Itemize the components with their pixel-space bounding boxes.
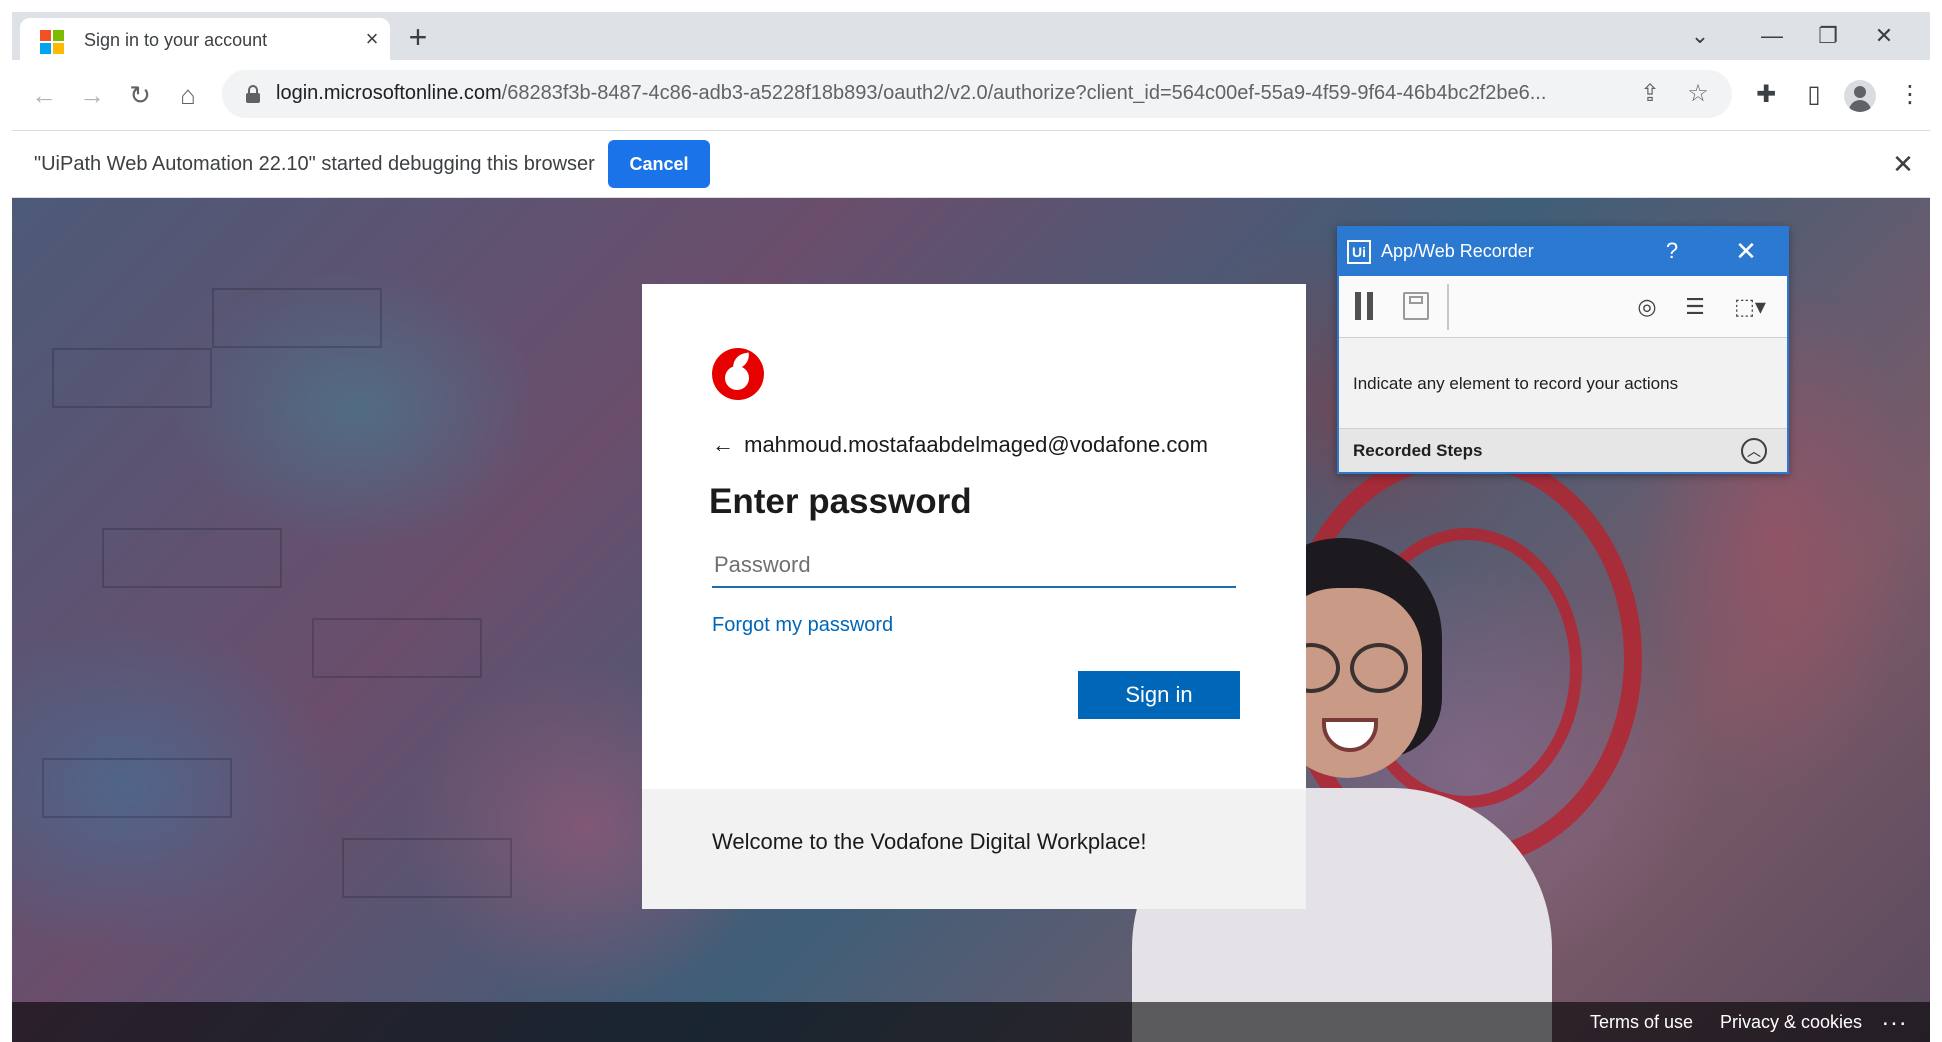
url-host: login.microsoftonline.com [276, 82, 502, 104]
recorded-steps-label: Recorded Steps [1353, 441, 1483, 460]
recorder-title: App/Web Recorder [1381, 241, 1534, 261]
restore-button[interactable]: ❐ [1808, 20, 1848, 52]
uipath-logo-icon: Ui [1347, 240, 1371, 264]
forgot-password-link[interactable]: Forgot my password [712, 614, 893, 637]
profile-avatar-icon[interactable] [1844, 80, 1876, 112]
recorded-steps-header[interactable]: Recorded Steps ︿ [1339, 428, 1787, 472]
brick-texture [102, 528, 282, 588]
tab-strip: Sign in to your account × + ⌄ — ❐ ✕ [12, 12, 1930, 60]
minimize-button[interactable]: — [1752, 20, 1792, 52]
login-card: ← mahmoud.mostafaabdelmaged@vodafone.com… [642, 284, 1306, 789]
bookmark-star-icon[interactable]: ☆ [1682, 78, 1714, 110]
address-bar[interactable]: login.microsoftonline.com/68283f3b-8487-… [222, 70, 1732, 118]
infobar-message: "UiPath Web Automation 22.10" started de… [34, 153, 595, 175]
tab-sign-in[interactable]: Sign in to your account × [20, 18, 390, 60]
pause-icon[interactable] [1355, 292, 1375, 320]
welcome-message: Welcome to the Vodafone Digital Workplac… [712, 829, 1147, 854]
brick-texture [312, 618, 482, 678]
terms-of-use-link[interactable]: Terms of use [1590, 1012, 1693, 1033]
home-icon[interactable]: ⌂ [170, 77, 206, 113]
chevron-up-icon[interactable]: ︿ [1741, 438, 1767, 464]
toolbar-divider [1447, 284, 1449, 330]
selection-mode-icon[interactable]: ⬚▾ [1725, 292, 1775, 322]
back-arrow-icon[interactable]: ← [712, 432, 738, 458]
brick-texture [212, 288, 382, 348]
browser-toolbar: ← → ↻ ⌂ login.microsoftonline.com/68283f… [12, 60, 1930, 130]
login-card-footer: Welcome to the Vodafone Digital Workplac… [642, 789, 1306, 909]
extensions-icon[interactable]: ✚ [1748, 77, 1784, 113]
forward-arrow-icon[interactable]: → [74, 77, 110, 113]
app-web-recorder-window: Ui App/Web Recorder ? ✕ ◎ ☰ ⬚▾ Indicate … [1337, 226, 1789, 474]
infobar-close-icon[interactable]: ✕ [1888, 149, 1918, 179]
new-tab-button[interactable]: + [402, 21, 434, 54]
brick-texture [42, 758, 232, 818]
address-url[interactable]: login.microsoftonline.com/68283f3b-8487-… [276, 82, 1616, 105]
debugging-infobar: "UiPath Web Automation 22.10" started de… [12, 130, 1930, 198]
recorder-close-icon[interactable]: ✕ [1731, 237, 1761, 265]
save-icon[interactable] [1403, 292, 1429, 320]
brick-texture [52, 348, 212, 408]
brick-texture [342, 838, 512, 898]
url-path: /68283f3b-8487-4c86-adb3-a5228f18b893/oa… [501, 82, 1547, 104]
microsoft-logo-icon [40, 30, 64, 54]
privacy-cookies-link[interactable]: Privacy & cookies [1720, 1012, 1862, 1033]
tab-close-icon[interactable]: × [360, 27, 384, 51]
lock-icon[interactable] [246, 85, 260, 103]
reload-icon[interactable]: ↻ [122, 77, 158, 113]
side-panel-icon[interactable]: ▯ [1796, 77, 1832, 113]
page-title: Enter password [709, 482, 972, 521]
window-close-button[interactable]: ✕ [1864, 20, 1904, 52]
browser-window: Sign in to your account × + ⌄ — ❐ ✕ ← → … [12, 12, 1930, 1042]
password-input[interactable] [712, 544, 1236, 588]
page-footer: Terms of use Privacy & cookies ... [12, 1002, 1930, 1042]
tab-title: Sign in to your account [84, 30, 268, 50]
recorder-toolbar: ◎ ☰ ⬚▾ [1339, 276, 1787, 338]
share-icon[interactable]: ⇪ [1634, 78, 1666, 110]
checklist-icon[interactable]: ☰ [1679, 292, 1711, 322]
more-options-icon[interactable]: ... [1882, 1004, 1908, 1032]
help-icon[interactable]: ? [1659, 238, 1685, 264]
identity-email: mahmoud.mostafaabdelmaged@vodafone.com [744, 432, 1208, 457]
search-tabs-icon[interactable]: ⌄ [1680, 20, 1720, 52]
identity-banner[interactable]: ← mahmoud.mostafaabdelmaged@vodafone.com [712, 432, 1208, 458]
recorder-hint: Indicate any element to record your acti… [1353, 374, 1679, 393]
sign-in-button[interactable]: Sign in [1078, 671, 1240, 719]
chrome-menu-icon[interactable]: ⋮ [1892, 77, 1928, 113]
vodafone-logo-icon [712, 348, 764, 400]
target-icon[interactable]: ◎ [1631, 292, 1663, 322]
recorder-title-bar[interactable]: Ui App/Web Recorder ? ✕ [1339, 228, 1787, 276]
back-arrow-icon[interactable]: ← [26, 77, 62, 113]
cancel-button[interactable]: Cancel [608, 140, 710, 188]
